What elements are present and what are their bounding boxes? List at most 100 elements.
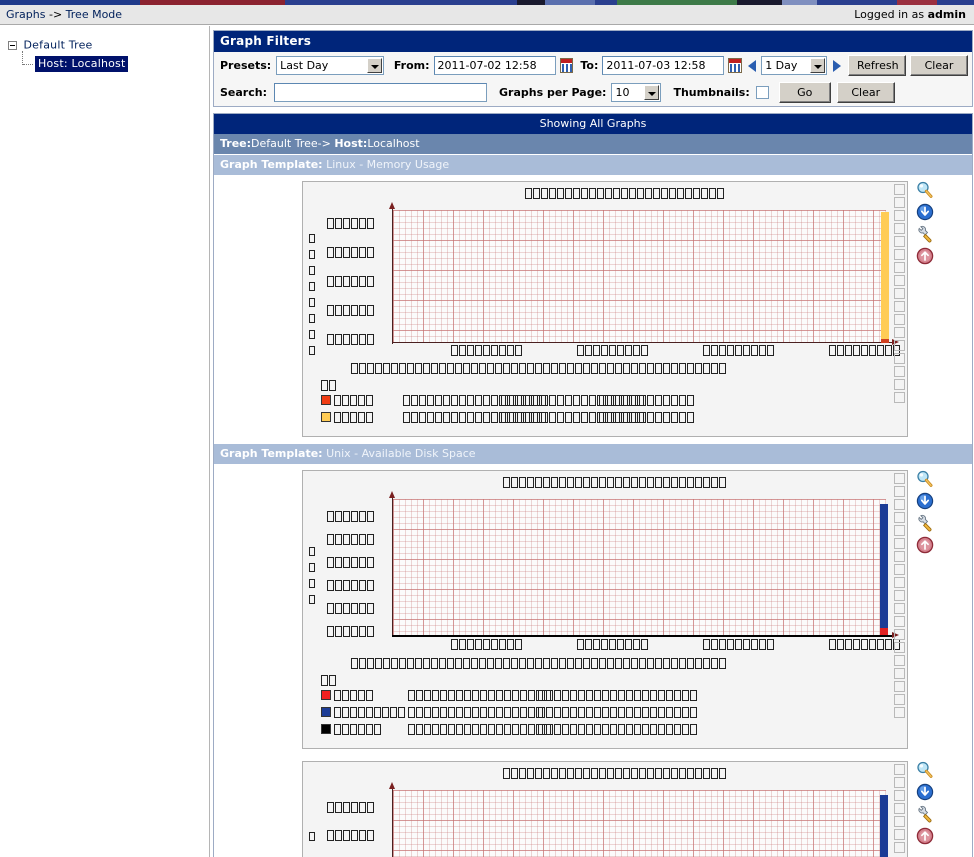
plot-area xyxy=(393,790,886,857)
from-label: From: xyxy=(393,59,430,72)
page-header: Graphs -> Tree Mode Logged in as admin xyxy=(0,5,974,25)
breadcrumb-graphs-link[interactable]: Graphs xyxy=(6,8,45,21)
graph-image-1[interactable] xyxy=(302,181,908,437)
graph-title-text xyxy=(503,768,727,779)
tree-child-label: Host: Localhost xyxy=(35,56,128,72)
graph-image-2[interactable] xyxy=(302,470,908,749)
y-tick-label xyxy=(327,511,375,522)
data-series-bar-2 xyxy=(881,339,889,343)
clear-filters-button[interactable]: Clear xyxy=(836,82,895,103)
y-tick-label xyxy=(327,626,375,637)
y-tick-label xyxy=(327,534,375,545)
csv-export-icon[interactable] xyxy=(916,492,934,510)
legend-color-swatch xyxy=(321,690,331,700)
sidebar-tree-panel: Default Tree Host: Localhost xyxy=(0,26,210,857)
legend-value xyxy=(599,412,695,423)
showing-all-graphs-bar: Showing All Graphs xyxy=(214,114,972,134)
presets-label: Presets: xyxy=(220,59,272,72)
legend-value xyxy=(408,724,552,735)
graph-template-bar-2: Graph Template: Unix - Available Disk Sp… xyxy=(214,443,972,464)
plot-area xyxy=(393,210,886,342)
clear-button[interactable]: Clear xyxy=(910,55,968,76)
page-top-icon[interactable] xyxy=(916,247,934,265)
data-series-bar-2 xyxy=(880,628,888,635)
graphs-per-page-select[interactable]: 10 xyxy=(611,83,662,102)
graph-actions-1 xyxy=(916,181,938,269)
graph-filters-panel: Graph Filters Presets: Last Day From: To… xyxy=(213,30,973,107)
y-axis-title xyxy=(309,579,316,588)
thumbnails-label: Thumbnails: xyxy=(673,86,750,99)
y-tick-label xyxy=(327,802,375,813)
x-tick-label xyxy=(577,639,649,650)
page-top-icon[interactable] xyxy=(916,827,934,845)
from-date-input[interactable] xyxy=(433,56,556,75)
zoom-icon[interactable] xyxy=(916,181,934,199)
calendar-icon-to[interactable] xyxy=(728,58,743,73)
page-top-icon[interactable] xyxy=(916,536,934,554)
graph-properties-icon[interactable] xyxy=(916,805,934,823)
filters-row-1: Presets: Last Day From: To: 1 Day Refres… xyxy=(214,52,972,79)
legend-value xyxy=(408,707,544,718)
y-tick-label xyxy=(327,334,375,345)
tree-node-default-tree[interactable]: Default Tree xyxy=(8,38,209,55)
x-tick-label xyxy=(829,639,901,650)
tree-root: Default Tree Host: Localhost xyxy=(8,38,209,73)
missing-glyph-column xyxy=(894,473,905,720)
tree-connector-vertical xyxy=(22,51,23,65)
legend-value xyxy=(599,395,695,406)
graph-image-wrapper-2 xyxy=(302,470,908,749)
tree-node-host-localhost[interactable]: Host: Localhost xyxy=(22,51,209,73)
tree-key: Tree: xyxy=(220,137,252,150)
to-date-input[interactable] xyxy=(602,56,725,75)
thumbnails-checkbox[interactable] xyxy=(755,86,769,99)
zoom-icon[interactable] xyxy=(916,470,934,488)
presets-select[interactable]: Last Day xyxy=(276,56,384,75)
y-axis-title xyxy=(309,234,316,243)
minus-box-icon[interactable] xyxy=(8,40,17,50)
calendar-icon[interactable] xyxy=(559,58,574,73)
template-name-2: Unix - Available Disk Space xyxy=(326,447,476,460)
chevron-down-icon-perpage[interactable] xyxy=(644,85,660,100)
login-status: Logged in as admin xyxy=(854,8,966,21)
timespan-select[interactable]: 1 Day xyxy=(761,56,827,75)
graph-properties-icon[interactable] xyxy=(916,514,934,532)
to-label: To: xyxy=(580,59,599,72)
tree-breadcrumb-bar: Tree:Default Tree-> Host:Localhost xyxy=(214,134,972,154)
right-arrow-icon[interactable] xyxy=(833,59,841,72)
chevron-down-icon[interactable] xyxy=(366,58,382,73)
y-axis-title xyxy=(309,563,316,572)
refresh-button[interactable]: Refresh xyxy=(848,55,906,76)
breadcrumb-tree-mode-link[interactable]: Tree Mode xyxy=(66,8,122,21)
tree-connector-horizontal xyxy=(23,64,33,65)
left-arrow-icon[interactable] xyxy=(748,59,757,72)
graphs-per-page-value: 10 xyxy=(615,86,630,99)
y-axis xyxy=(389,491,395,637)
csv-export-icon[interactable] xyxy=(916,783,934,801)
legend-color-swatch xyxy=(321,395,331,405)
chevron-down-icon-timespan[interactable] xyxy=(810,58,825,73)
plot-area xyxy=(393,499,886,636)
x-tick-label xyxy=(829,345,901,356)
y-axis-title xyxy=(309,282,316,291)
graph-image-3[interactable] xyxy=(302,761,908,857)
graph-title-text xyxy=(503,477,727,488)
legend-color-swatch xyxy=(321,724,331,734)
search-input[interactable] xyxy=(273,83,487,102)
y-axis-title xyxy=(309,314,316,323)
host-value: Localhost xyxy=(367,137,420,150)
graph-image-wrapper-3 xyxy=(302,761,908,857)
graph-list-panel: Showing All Graphs Tree:Default Tree-> H… xyxy=(213,113,973,857)
y-axis-title xyxy=(309,346,316,355)
template-key-1: Graph Template: xyxy=(220,158,323,171)
breadcrumb: Graphs -> Tree Mode xyxy=(6,8,122,21)
legend-value xyxy=(538,707,674,718)
graph-image-wrapper-1 xyxy=(302,181,908,437)
graph-template-bar-1: Graph Template: Linux - Memory Usage xyxy=(214,154,972,175)
go-button[interactable]: Go xyxy=(778,82,831,103)
missing-glyph-column xyxy=(894,184,905,405)
zoom-icon[interactable] xyxy=(916,761,934,779)
csv-export-icon[interactable] xyxy=(916,203,934,221)
graph-properties-icon[interactable] xyxy=(916,225,934,243)
y-tick-label xyxy=(327,305,375,316)
x-axis xyxy=(392,339,899,345)
